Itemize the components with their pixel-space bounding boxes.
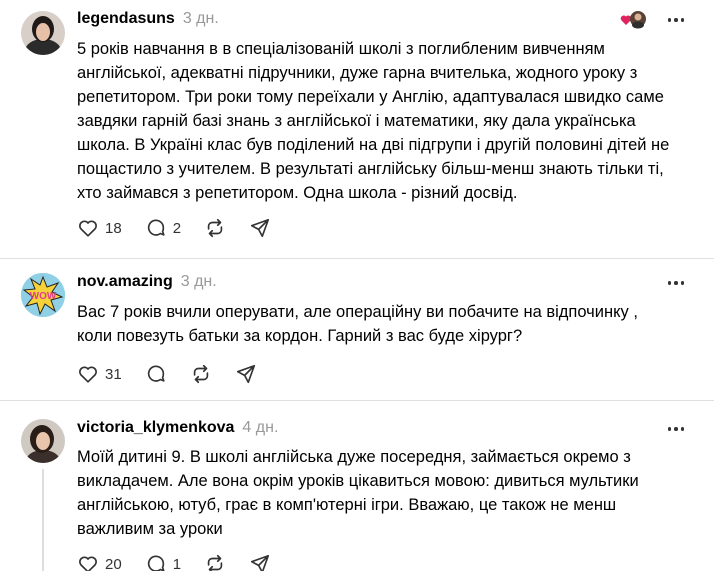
username[interactable]: victoria_klymenkova (77, 419, 234, 437)
comment-icon (147, 555, 165, 571)
thread-line (42, 469, 44, 571)
like-count: 18 (105, 219, 122, 237)
avatar[interactable] (21, 419, 65, 463)
more-options-button[interactable] (662, 419, 690, 439)
more-options-button[interactable] (662, 273, 690, 293)
timestamp[interactable]: 4 дн. (242, 419, 278, 437)
share-button[interactable] (249, 217, 271, 239)
post-2: WOW nov.amazing 3 дн. Вас 7 років вчили … (0, 259, 714, 397)
comment-icon (147, 365, 165, 382)
post-text: 5 років навчання в в спеціалізованій шко… (77, 40, 670, 202)
reply-button[interactable] (145, 363, 167, 385)
username[interactable]: nov.amazing (77, 273, 173, 291)
post-3: victoria_klymenkova 4 дн. Моїй дитині 9.… (0, 401, 714, 571)
reply-count: 2 (172, 219, 182, 237)
like-button[interactable]: 20 (77, 553, 122, 571)
send-icon (236, 364, 255, 384)
like-button[interactable]: 18 (77, 217, 122, 239)
post-text: Вас 7 років вчили оперувати, але операці… (77, 303, 638, 345)
like-count: 20 (105, 555, 122, 571)
wow-avatar-text: WOW (30, 291, 57, 302)
repost-button[interactable] (204, 553, 226, 571)
comment-icon (147, 219, 165, 236)
threads-feed: legendasuns 3 дн. 5 років навчання в в с… (0, 0, 714, 571)
heart-icon (79, 220, 97, 237)
repost-button[interactable] (190, 363, 212, 385)
heart-icon (79, 366, 97, 383)
timestamp[interactable]: 3 дн. (183, 10, 219, 28)
liked-by-avatar[interactable] (620, 9, 648, 29)
send-icon (250, 554, 270, 571)
send-icon (250, 218, 270, 238)
heart-icon (79, 556, 97, 571)
like-count: 31 (105, 365, 122, 383)
post-1: legendasuns 3 дн. 5 років навчання в в с… (0, 0, 714, 258)
reply-button[interactable]: 2 (145, 217, 181, 239)
repost-icon (193, 364, 208, 384)
repost-icon (207, 554, 223, 571)
post-text: Моїй дитині 9. В школі англійська дуже п… (77, 448, 639, 538)
more-options-button[interactable] (662, 10, 690, 30)
avatar[interactable] (21, 11, 65, 55)
reply-button[interactable]: 1 (145, 553, 181, 571)
repost-button[interactable] (204, 217, 226, 239)
repost-icon (207, 218, 223, 238)
like-button[interactable]: 31 (77, 363, 122, 385)
timestamp[interactable]: 3 дн. (181, 273, 217, 291)
share-button[interactable] (235, 363, 257, 385)
share-button[interactable] (249, 553, 271, 571)
avatar[interactable]: WOW (21, 273, 65, 317)
username[interactable]: legendasuns (77, 10, 175, 28)
reply-count: 1 (172, 555, 182, 571)
